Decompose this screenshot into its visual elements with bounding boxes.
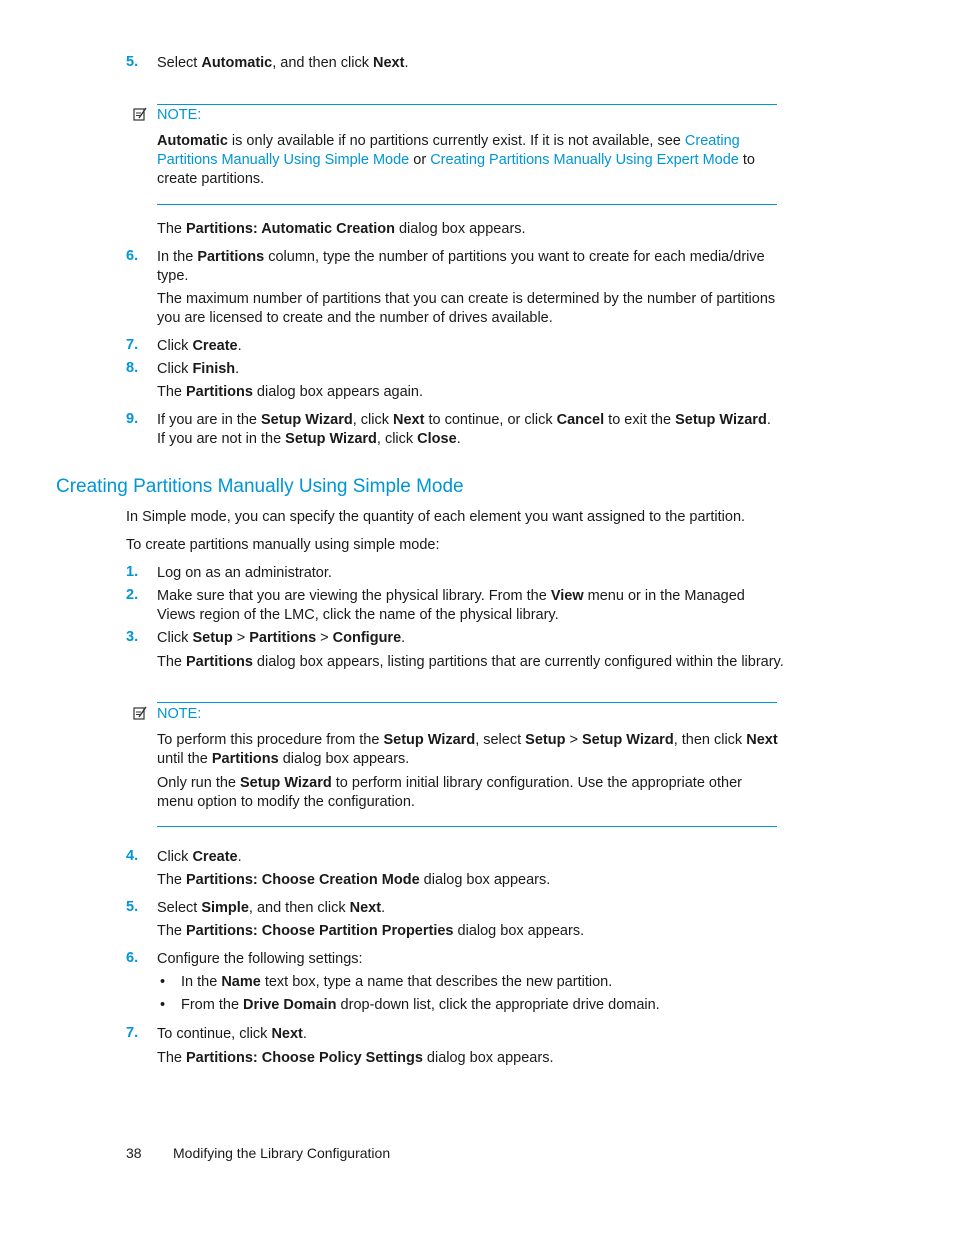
note-label: NOTE: bbox=[157, 706, 202, 722]
paragraph: The Partitions: Choose Creation Mode dia… bbox=[157, 872, 551, 888]
step-text: Click Create. bbox=[157, 338, 242, 354]
step-number: 2. bbox=[126, 587, 139, 603]
step-text: If you are in the Setup Wizard, click Ne… bbox=[157, 412, 771, 447]
bullet-text: In the Name text box, type a name that d… bbox=[181, 974, 613, 990]
note-label: NOTE: bbox=[157, 107, 202, 123]
bullet-text: From the Drive Domain drop-down list, cl… bbox=[181, 997, 660, 1013]
step-number: 5. bbox=[126, 899, 139, 915]
note-top-rule bbox=[157, 702, 777, 703]
link-expert-mode[interactable]: Creating Partitions Manually Using Exper… bbox=[430, 152, 739, 168]
paragraph: The Partitions: Choose Policy Settings d… bbox=[157, 1050, 554, 1066]
step-text: To continue, click Next. bbox=[157, 1026, 307, 1042]
note-pencil-icon bbox=[133, 107, 147, 121]
step-text: Click Setup > Partitions > Configure. bbox=[157, 630, 406, 646]
paragraph: The Partitions dialog box appears, listi… bbox=[157, 654, 784, 670]
step-number: 7. bbox=[126, 337, 139, 353]
section-heading: Creating Partitions Manually Using Simpl… bbox=[56, 476, 464, 497]
step-number: 6. bbox=[126, 248, 139, 264]
step-text: In the Partitions column, type the numbe… bbox=[157, 249, 765, 284]
step-text: Select Simple, and then click Next. bbox=[157, 900, 386, 916]
note-body: To perform this procedure from the Setup… bbox=[157, 732, 778, 767]
paragraph: The Partitions: Automatic Creation dialo… bbox=[157, 221, 526, 237]
step-text: Click Create. bbox=[157, 849, 242, 865]
step-number: 8. bbox=[126, 360, 139, 376]
paragraph: To create partitions manually using simp… bbox=[126, 537, 440, 553]
bullet: • bbox=[160, 974, 166, 990]
note-pencil-icon bbox=[133, 706, 147, 720]
step-number: 3. bbox=[126, 629, 139, 645]
step-number: 9. bbox=[126, 411, 139, 427]
note-bottom-rule bbox=[157, 826, 777, 827]
paragraph: The maximum number of partitions that yo… bbox=[157, 291, 776, 326]
paragraph: In Simple mode, you can specify the quan… bbox=[126, 509, 746, 525]
step-number: 6. bbox=[126, 950, 139, 966]
footer-title: Modifying the Library Configuration bbox=[173, 1145, 391, 1161]
step-number: 5. bbox=[126, 54, 139, 70]
step-text: Click Finish. bbox=[157, 361, 240, 377]
step-text: Select Automatic, and then click Next. bbox=[157, 55, 409, 71]
bullet: • bbox=[160, 997, 166, 1013]
note-top-rule bbox=[157, 104, 777, 105]
step-text: Make sure that you are viewing the physi… bbox=[157, 588, 745, 623]
paragraph: The Partitions: Choose Partition Propert… bbox=[157, 923, 585, 939]
step-number: 4. bbox=[126, 848, 139, 864]
page-number: 38 bbox=[126, 1145, 142, 1161]
paragraph: The Partitions dialog box appears again. bbox=[157, 384, 423, 400]
note-bottom-rule bbox=[157, 204, 777, 205]
note-body: Automatic is only available if no partit… bbox=[157, 133, 755, 187]
step-text: Configure the following settings: bbox=[157, 951, 363, 967]
step-text: Log on as an administrator. bbox=[157, 565, 332, 581]
note-body: Only run the Setup Wizard to perform ini… bbox=[157, 775, 742, 810]
step-number: 7. bbox=[126, 1025, 139, 1041]
step-number: 1. bbox=[126, 564, 139, 580]
